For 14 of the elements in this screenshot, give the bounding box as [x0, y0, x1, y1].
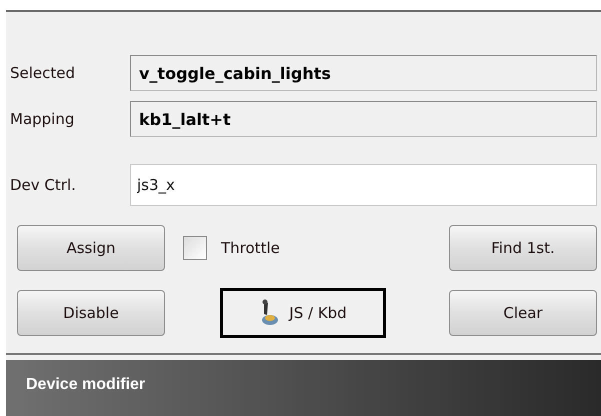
readonly-field: kb1_lalt+t: [130, 101, 597, 137]
find-first-button[interactable]: Find 1st.: [449, 225, 597, 271]
field-label: Selected: [10, 64, 76, 82]
checkbox-icon[interactable]: [183, 236, 207, 260]
field-label: Mapping: [10, 110, 76, 128]
throttle-checkbox[interactable]: Throttle: [183, 236, 280, 260]
field-label: Dev Ctrl.: [10, 176, 77, 194]
assign-button[interactable]: Assign: [17, 225, 165, 271]
input-field[interactable]: js3_x: [130, 164, 597, 206]
disable-button[interactable]: Disable: [17, 290, 165, 336]
clear-button[interactable]: Clear: [449, 290, 597, 336]
section-header: Device modifier: [6, 360, 601, 416]
readonly-field: v_toggle_cabin_lights: [130, 55, 597, 91]
mode-button[interactable]: JS / Kbd: [220, 288, 386, 338]
